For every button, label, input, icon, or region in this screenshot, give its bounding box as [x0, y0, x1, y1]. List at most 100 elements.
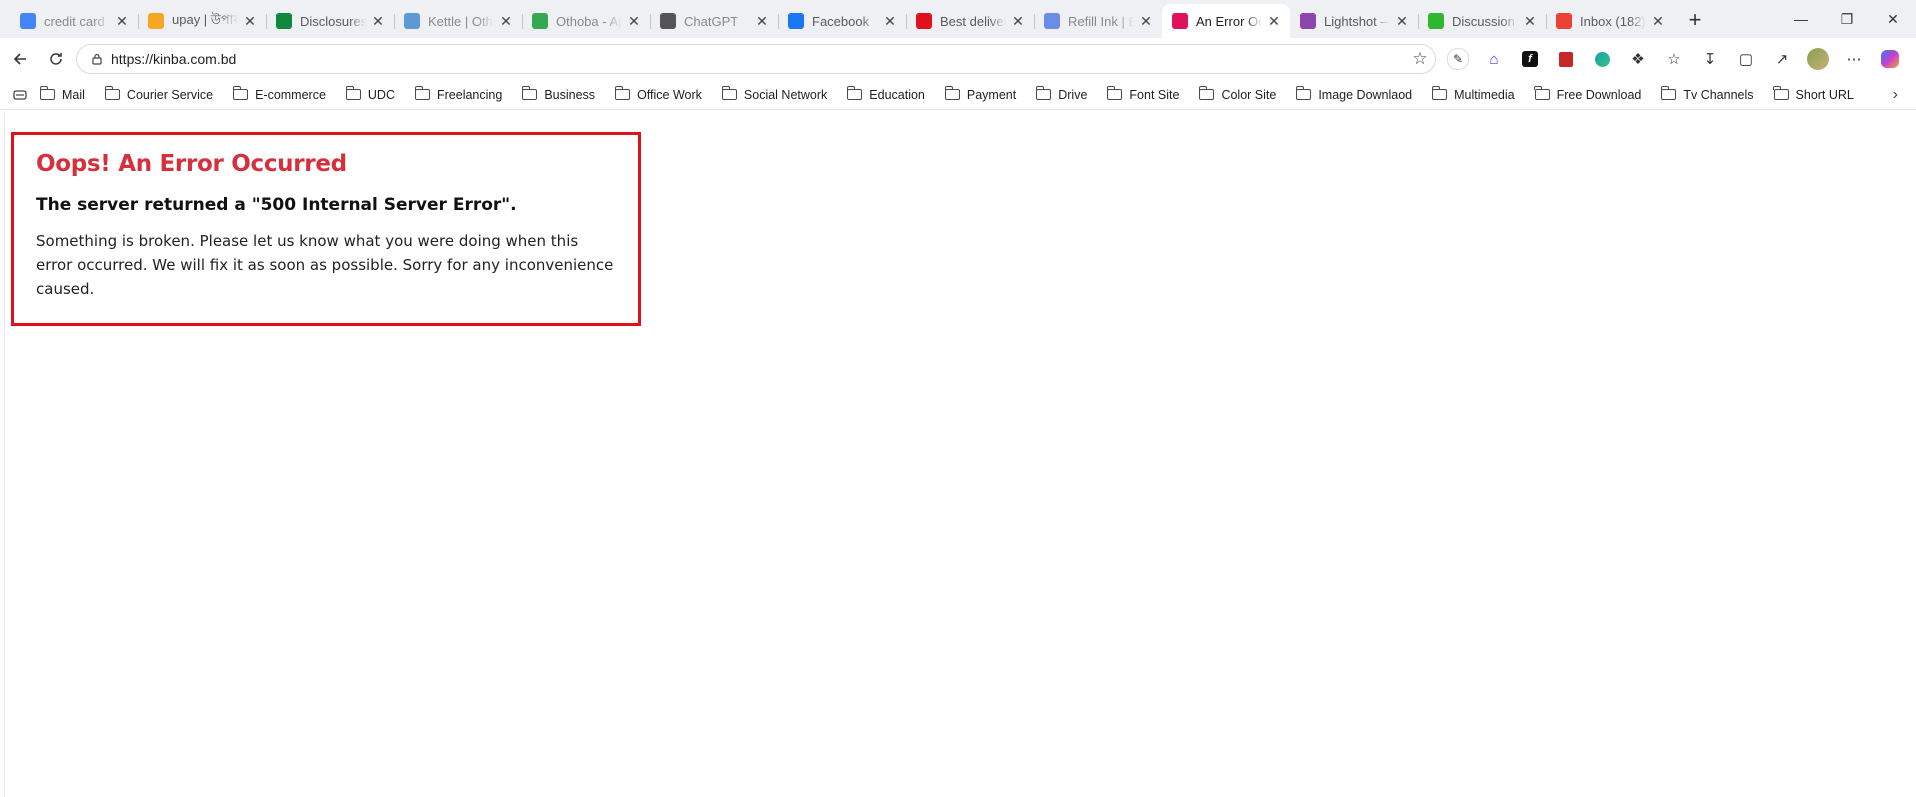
tab-3[interactable]: Kettle | Othoba✕	[394, 6, 522, 36]
site-info-icon[interactable]	[83, 52, 111, 66]
bookmark-folder-14[interactable]: Multimedia	[1431, 86, 1515, 102]
tab-strip: credit card make✕upay | উপায়✕Disclosure…	[0, 0, 1916, 38]
folder-icon	[614, 86, 631, 100]
tab-close-icon[interactable]: ✕	[1394, 13, 1410, 30]
arrow-left-icon	[13, 53, 26, 65]
facebook-icon	[788, 13, 804, 29]
puzzle-extensions-icon[interactable]: ❖	[1620, 44, 1656, 74]
bookmark-label: Business	[544, 87, 596, 102]
folder-icon	[721, 86, 737, 100]
tab-6[interactable]: Facebook ✕	[778, 6, 906, 36]
bookmark-folder-0[interactable]: Mail	[39, 86, 85, 102]
folder-icon	[1199, 86, 1215, 100]
bookmark-folder-13[interactable]: Image Downlaod	[1295, 86, 1412, 102]
tab-7[interactable]: Best delivery✕	[906, 6, 1034, 36]
globe-icon	[404, 13, 420, 29]
bookmark-folder-7[interactable]: Social Network	[721, 86, 828, 102]
tab-close-icon[interactable]: ✕	[882, 13, 898, 30]
error-subheading: The server returned a "500 Internal Serv…	[36, 195, 517, 215]
screenshot-icon[interactable]: ▢	[1728, 44, 1764, 74]
tab-title: Best delivery	[940, 13, 1006, 29]
window-controls: — ❐ ✕	[1778, 0, 1916, 38]
bookmark-label: Social Network	[743, 87, 828, 102]
downloads-icon[interactable]: ↧	[1692, 44, 1728, 74]
tab-title: ChatGPT	[684, 13, 739, 29]
bookmark-folder-10[interactable]: Drive	[1035, 86, 1088, 102]
copilot-icon[interactable]	[1872, 44, 1908, 74]
bookmark-folder-6[interactable]: Office Work	[614, 86, 702, 102]
folder-icon	[1107, 86, 1123, 100]
folder-icon	[1773, 86, 1789, 100]
edge-extension-icon[interactable]	[1584, 44, 1620, 74]
tab-close-icon[interactable]: ✕	[1138, 13, 1154, 30]
tab-11[interactable]: Discussion on✕	[1418, 6, 1546, 36]
tab-close-icon[interactable]: ✕	[242, 13, 258, 30]
address-bar[interactable]: https://kinba.com.bd ☆	[76, 44, 1436, 74]
favorites-icon[interactable]: ☆	[1656, 44, 1692, 74]
bookmark-label: Font Site	[1129, 87, 1180, 102]
tab-close-icon[interactable]: ✕	[1522, 13, 1538, 30]
minimize-button[interactable]: —	[1778, 0, 1824, 38]
tab-close-icon[interactable]: ✕	[754, 13, 770, 30]
url-text[interactable]: https://kinba.com.bd	[111, 51, 1405, 67]
home-extension-icon[interactable]: ⌂	[1476, 44, 1512, 74]
tab-close-icon[interactable]: ✕	[1010, 13, 1026, 30]
bookmark-label: Short URL	[1795, 87, 1854, 102]
tab-5[interactable]: ChatGPT ✕	[650, 6, 778, 36]
collections-icon[interactable]	[0, 89, 40, 101]
new-tab-button[interactable]: +	[1680, 5, 1710, 35]
tab-2[interactable]: Disclosures on✕	[266, 6, 394, 36]
tab-close-icon[interactable]: ✕	[498, 13, 514, 30]
tab-close-icon[interactable]: ✕	[1650, 13, 1666, 30]
error-box: Oops! An Error Occurred The server retur…	[11, 132, 641, 326]
bookmark-folder-4[interactable]: Freelancing	[414, 86, 502, 102]
folder-icon	[1660, 86, 1677, 100]
lb-icon	[276, 13, 292, 29]
bookmark-star-icon[interactable]: ☆	[1405, 49, 1435, 69]
folder-icon	[345, 86, 361, 100]
bookmark-folder-3[interactable]: UDC	[345, 86, 395, 102]
bookmark-folder-1[interactable]: Courier Service	[104, 86, 213, 102]
discussion-icon	[1428, 13, 1444, 29]
bookmark-label: Drive	[1058, 87, 1088, 102]
bookmark-folder-9[interactable]: Payment	[944, 86, 1016, 102]
page-viewport: Oops! An Error Occurred The server retur…	[4, 111, 1916, 797]
tab-title: Kettle | Othoba	[428, 13, 494, 29]
reload-icon	[50, 53, 62, 65]
tab-close-icon[interactable]: ✕	[114, 13, 130, 30]
tab-12[interactable]: Inbox (182) - ✕	[1546, 6, 1674, 36]
tab-1[interactable]: upay | উপায় ✕	[138, 6, 266, 36]
back-button[interactable]	[4, 43, 36, 75]
bookmark-label: Mail	[62, 87, 85, 102]
font-extension-icon[interactable]: f	[1512, 44, 1548, 74]
tab-title: An Error Occurred	[1196, 13, 1262, 29]
bookmark-folder-2[interactable]: E-commerce	[232, 86, 326, 102]
bookmark-folder-11[interactable]: Font Site	[1107, 86, 1180, 102]
tab-close-icon[interactable]: ✕	[1266, 13, 1282, 30]
profile-avatar[interactable]	[1800, 44, 1836, 74]
reload-button[interactable]	[40, 43, 72, 75]
tab-close-icon[interactable]: ✕	[626, 13, 642, 30]
tab-8[interactable]: Refill Ink | Bro✕	[1034, 6, 1162, 36]
eyedropper-extension-icon[interactable]: ✎	[1440, 44, 1476, 74]
chevron-right-icon[interactable]: ›	[1893, 80, 1898, 110]
x-logo-icon	[1172, 13, 1188, 29]
tab-0[interactable]: credit card make✕	[10, 6, 138, 36]
more-menu-icon[interactable]: ⋯	[1836, 44, 1872, 74]
bookmark-folder-17[interactable]: Short URL	[1773, 86, 1854, 102]
tab-close-icon[interactable]: ✕	[370, 13, 386, 30]
tab-9[interactable]: An Error Occurred✕	[1162, 4, 1290, 38]
bookmark-folder-8[interactable]: Education	[846, 86, 925, 102]
restore-button[interactable]: ❐	[1824, 0, 1870, 38]
share-icon[interactable]: ↗	[1764, 44, 1800, 74]
tab-10[interactable]: Lightshot — s✕	[1290, 6, 1418, 36]
close-window-button[interactable]: ✕	[1870, 0, 1916, 38]
chart-extension-icon[interactable]	[1548, 44, 1584, 74]
bookmark-folder-12[interactable]: Color Site	[1199, 86, 1276, 102]
bookmark-folder-5[interactable]: Business	[521, 86, 596, 102]
bookmark-label: Education	[869, 87, 925, 102]
bookmark-folder-15[interactable]: Free Download	[1534, 86, 1641, 102]
bookmark-folder-16[interactable]: Tv Channels	[1660, 86, 1754, 102]
bookmark-list: Mail Courier Service E-commerce UDC Freelanc…	[39, 86, 1874, 102]
tab-4[interactable]: Othoba - Apps✕	[522, 6, 650, 36]
